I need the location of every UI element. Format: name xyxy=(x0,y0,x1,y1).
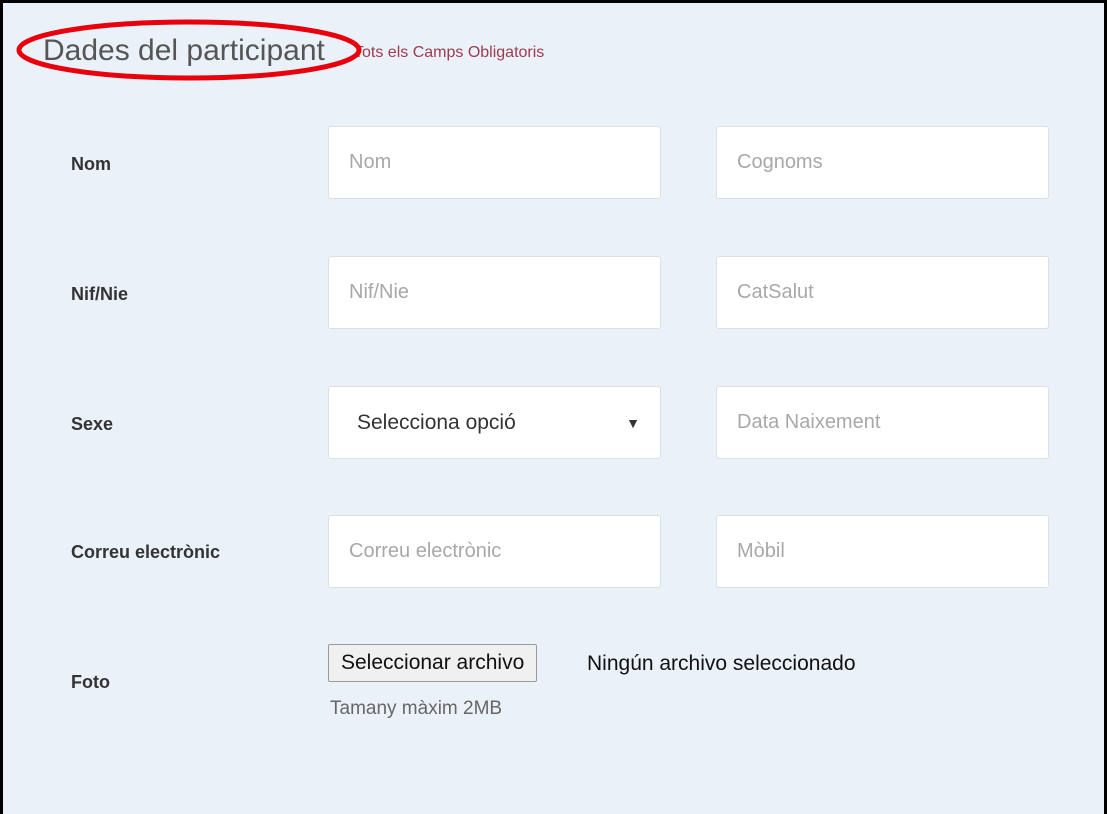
participant-form-panel: Dades del participant Tots els Camps Obl… xyxy=(0,0,1107,814)
choose-file-button[interactable]: Seleccionar archivo xyxy=(328,644,538,682)
photo-label: Foto xyxy=(71,672,110,692)
required-fields-note: Tots els Camps Obligatoris xyxy=(354,44,545,61)
first-name-input[interactable] xyxy=(328,126,661,199)
email-input[interactable] xyxy=(328,515,661,588)
catsalut-input[interactable] xyxy=(716,256,1049,329)
name-label: Nom xyxy=(71,154,111,174)
section-title: Dades del participant xyxy=(43,34,325,67)
sex-label: Sexe xyxy=(71,414,114,434)
sex-select[interactable]: Selecciona opció ▼ xyxy=(328,386,661,459)
dropdown-arrow-icon: ▼ xyxy=(626,415,640,431)
nif-input[interactable] xyxy=(328,256,661,329)
file-status-text: Ningún archivo seleccionado xyxy=(587,652,856,675)
email-label: Correu electrònic xyxy=(71,542,221,562)
surname-input[interactable] xyxy=(716,126,1049,199)
mobile-input[interactable] xyxy=(716,515,1049,588)
sex-select-value: Selecciona opció xyxy=(357,411,516,434)
max-size-help: Tamany màxim 2MB xyxy=(330,698,503,719)
birth-date-input[interactable] xyxy=(716,386,1049,459)
nif-label: Nif/Nie xyxy=(71,284,129,304)
